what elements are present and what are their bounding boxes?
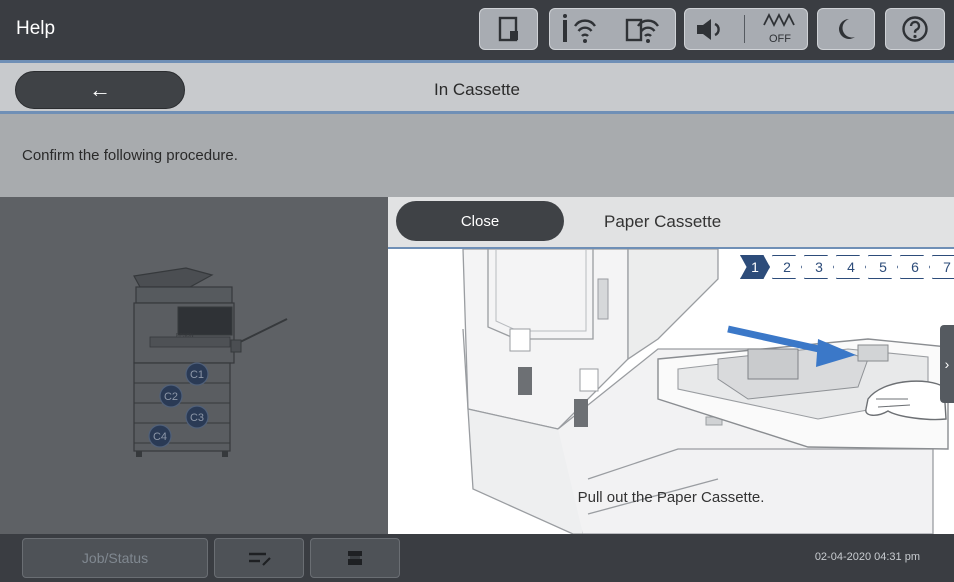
step-5[interactable]: 5 xyxy=(868,255,898,279)
svg-text:C4: C4 xyxy=(153,431,167,443)
help-button[interactable] xyxy=(885,8,945,50)
printer-diagram: EPSON C1 C2 C3 C4 xyxy=(133,267,288,457)
step-6[interactable]: 6 xyxy=(900,255,930,279)
wifi-direct-icon xyxy=(563,14,597,43)
quiet-mode-label: OFF xyxy=(769,33,791,45)
brand-label: EPSON xyxy=(176,333,194,339)
top-bar: Help OFF xyxy=(0,0,954,60)
volume-icon xyxy=(696,19,720,40)
help-icon xyxy=(902,16,928,42)
printer-status-button[interactable] xyxy=(479,8,538,50)
print-queue-button[interactable] xyxy=(310,538,400,578)
wifi-icon xyxy=(625,18,659,43)
network-status-button[interactable] xyxy=(549,8,676,50)
cassette-badge-c2: C2 xyxy=(159,384,183,408)
cassette-badge-c3: C3 xyxy=(185,405,209,429)
popup-title: Paper Cassette xyxy=(604,212,722,231)
next-step-button[interactable]: › xyxy=(940,325,954,403)
printer-status-icon xyxy=(498,16,518,42)
step-4[interactable]: 4 xyxy=(836,255,866,279)
close-button[interactable]: Close xyxy=(396,201,564,241)
printer-icon xyxy=(348,551,362,565)
date-time: 02-04-2020 04:31 pm xyxy=(814,551,920,563)
screen-mode-title: Help xyxy=(16,18,56,39)
sleep-icon xyxy=(839,19,855,39)
job-switch-button[interactable] xyxy=(214,538,304,578)
sound-settings-button[interactable]: OFF xyxy=(684,8,808,50)
page-title: In Cassette xyxy=(434,80,520,99)
divider xyxy=(744,15,746,43)
cassette-badge-c1: C1 xyxy=(185,362,209,386)
step-indicator: 1 2 3 4 5 6 7 xyxy=(740,255,954,279)
sleep-button[interactable] xyxy=(817,8,875,50)
popup-header: Close Paper Cassette xyxy=(388,197,954,249)
job-switch-icon xyxy=(249,552,271,566)
job-status-label: Job/Status xyxy=(81,550,149,566)
step-2[interactable]: 2 xyxy=(772,255,802,279)
chevron-right-icon: › xyxy=(944,356,950,372)
step-7[interactable]: 7 xyxy=(932,255,954,279)
svg-text:C3: C3 xyxy=(190,412,204,424)
printer-diagram-panel: EPSON C1 C2 C3 C4 xyxy=(0,197,388,534)
screen-header: ← In Cassette xyxy=(0,60,954,114)
instruction-bar: Confirm the following procedure. xyxy=(0,114,954,197)
step-3[interactable]: 3 xyxy=(804,255,834,279)
step-1[interactable]: 1 xyxy=(740,255,770,279)
svg-text:C2: C2 xyxy=(164,391,178,403)
bottom-bar: Job/Status 02-04-2020 04:31 pm xyxy=(0,534,954,582)
instruction-text: Confirm the following procedure. xyxy=(22,147,238,164)
cassette-badge-c4: C4 xyxy=(148,424,172,448)
svg-text:C1: C1 xyxy=(190,369,204,381)
step-caption: Pull out the Paper Cassette. xyxy=(577,489,765,506)
help-popup: Close Paper Cassette 1 2 3 4 5 6 7 › Pul… xyxy=(388,197,954,534)
quiet-mode-off-icon: OFF xyxy=(763,12,795,45)
job-status-button[interactable]: Job/Status xyxy=(22,538,208,578)
